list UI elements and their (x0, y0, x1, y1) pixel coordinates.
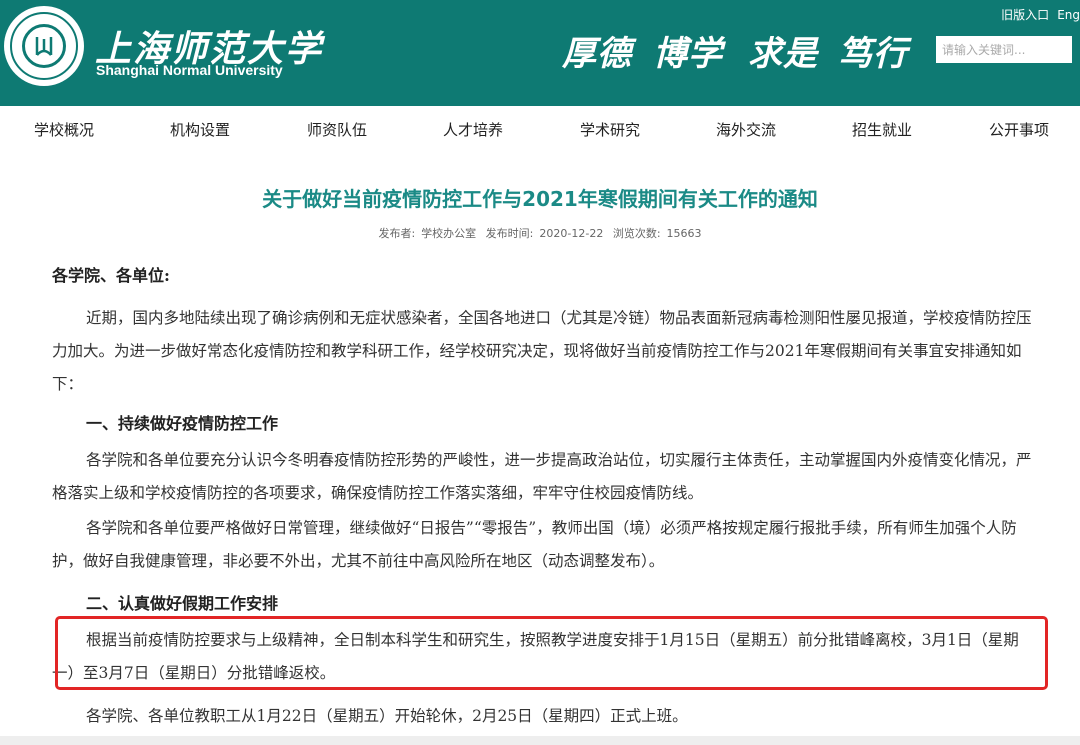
views-value: 15663 (666, 227, 702, 240)
section-heading-1: 一、持续做好疫情防控工作 (86, 414, 279, 433)
article-greeting: 各学院、各单位: (52, 266, 170, 285)
nav-item-faculty[interactable]: 师资队伍 (307, 119, 367, 140)
section-heading-2: 二、认真做好假期工作安排 (86, 594, 279, 613)
time-value: 2020-12-22 (539, 227, 604, 240)
time-label: 发布时间: (485, 227, 534, 240)
paragraph-section1-b: 各学院和各单位要严格做好日常管理，继续做好“日报告”“零报告”，教师出国（境）必… (52, 519, 1017, 570)
views-label: 浏览次数: (612, 227, 661, 240)
nav-item-research[interactable]: 学术研究 (580, 119, 640, 140)
nav-item-talent-training[interactable]: 人才培养 (443, 119, 503, 140)
paragraph-section1-a: 各学院和各单位要充分认识今冬明春疫情防控形势的严峻性，进一步提高政治站位，切实履… (52, 451, 1032, 502)
english-link[interactable]: Eng (1057, 8, 1080, 22)
article-title: 关于做好当前疫情防控工作与2021年寒假期间有关工作的通知 (262, 187, 818, 211)
nav-item-public-affairs[interactable]: 公开事项 (989, 119, 1049, 140)
top-links: 旧版入口 Eng (993, 6, 1080, 23)
nav-item-international[interactable]: 海外交流 (716, 119, 776, 140)
publisher-label: 发布者: (378, 227, 416, 240)
nav-item-school-overview[interactable]: 学校概况 (34, 119, 94, 140)
emblem-mark-icon (35, 37, 53, 56)
paragraph-section2-b: 各学院、各单位教职工从1月22日（星期五）开始轮休，2月25日（星期四）正式上班… (86, 707, 688, 725)
paragraph-intro: 近期，国内多地陆续出现了确诊病例和无症状感染者，全国各地进口（尤其是冷链）物品表… (52, 309, 1032, 393)
bottom-bar (0, 736, 1080, 745)
publisher-value: 学校办公室 (421, 227, 477, 240)
highlight-box (55, 616, 1048, 690)
search-input[interactable] (936, 36, 1072, 63)
motto-word: 厚德 (562, 34, 632, 74)
university-emblem-icon[interactable] (4, 6, 84, 86)
site-header: 上海师范大学 Shanghai Normal University 厚德 博学 … (0, 0, 1080, 106)
motto-word: 笃行 (838, 34, 908, 74)
nav-item-admissions[interactable]: 招生就业 (852, 119, 912, 140)
main-nav: 学校概况 机构设置 师资队伍 人才培养 学术研究 海外交流 招生就业 公开事项 (0, 106, 1080, 150)
emblem-inner (22, 24, 66, 68)
motto-word: 博学 (653, 34, 723, 74)
motto-word: 求是 (748, 34, 818, 74)
logo-english-name[interactable]: Shanghai Normal University (96, 62, 283, 78)
old-version-link[interactable]: 旧版入口 (1001, 8, 1049, 22)
article-meta: 发布者: 学校办公室 发布时间: 2020-12-22 浏览次数: 15663 (0, 225, 1080, 241)
nav-item-organization[interactable]: 机构设置 (170, 119, 230, 140)
